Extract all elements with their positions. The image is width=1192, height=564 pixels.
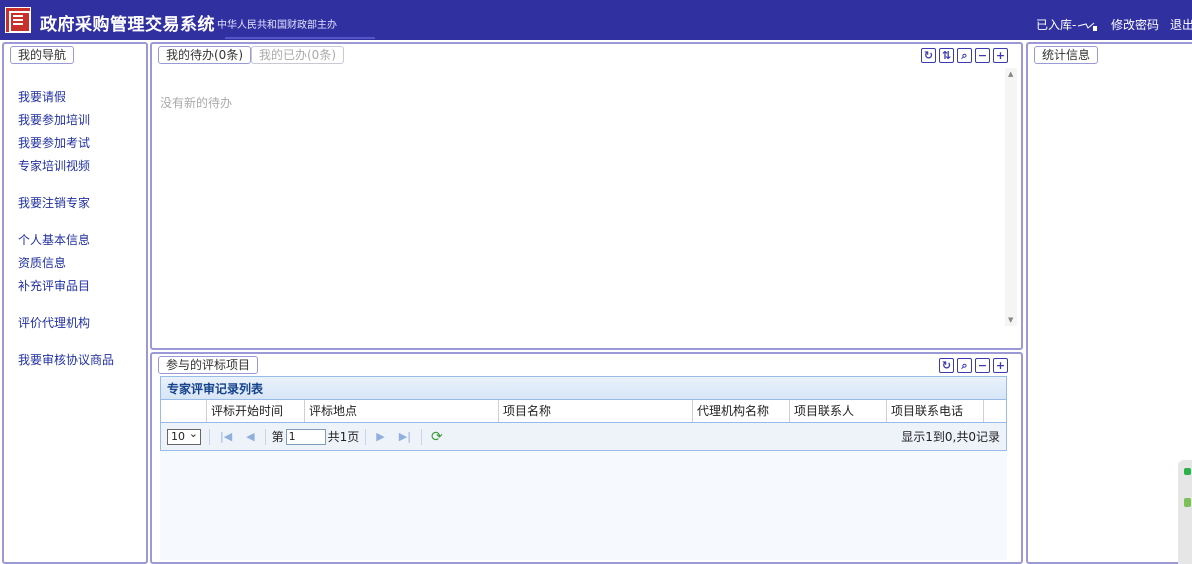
projects-toolbar: ↻ ⌕ − + xyxy=(939,358,1008,373)
nav-item-qualification[interactable]: 资质信息 xyxy=(18,252,114,275)
header-divider xyxy=(225,37,375,39)
nav-item-personal-info[interactable]: 个人基本信息 xyxy=(18,229,114,252)
todo-toolbar: ↻ ⇅ ⌕ − + xyxy=(921,48,1008,63)
search-icon[interactable]: ⌕ xyxy=(957,358,972,373)
record-info: 显示1到0,共0记录 xyxy=(901,430,1000,444)
tab-my-todo[interactable]: 我的待办(0条) xyxy=(158,46,251,64)
user-status: 已入库- xyxy=(1036,16,1098,33)
system-title: 政府采购管理交易系统 xyxy=(40,15,215,35)
pager-separator xyxy=(365,428,367,445)
last-page-icon[interactable]: ▶| xyxy=(399,430,411,443)
nav-item-training-video[interactable]: 专家培训视频 xyxy=(18,155,114,178)
user-label: 已入库- xyxy=(1036,18,1077,32)
page-total: 共1页 xyxy=(327,430,360,444)
grid-header-row: 评标开始时间 评标地点 项目名称 代理机构名称 项目联系人 项目联系电话 xyxy=(160,400,1007,422)
column-header-filler xyxy=(984,400,1006,422)
floating-side-widget[interactable] xyxy=(1178,460,1192,564)
nav-item-cancel-expert[interactable]: 我要注销专家 xyxy=(18,192,114,215)
column-header[interactable]: 项目名称 xyxy=(499,400,693,422)
minimize-icon[interactable]: − xyxy=(975,358,990,373)
system-subtitle: 中华人民共和国财政部主办 xyxy=(217,20,337,31)
review-records-grid: 专家评审记录列表 评标开始时间 评标地点 项目名称 代理机构名称 项目联系人 项… xyxy=(160,376,1007,560)
column-header[interactable]: 评标开始时间 xyxy=(207,400,305,422)
nav-item-rate-agency[interactable]: 评价代理机构 xyxy=(18,312,114,335)
logo xyxy=(5,7,31,33)
pagination-bar: 10 |◀ ◀ 第 1 共1页 ▶ ▶| ⟳ 显示1到0,共0记录 xyxy=(160,422,1007,451)
top-header: 政府采购管理交易系统 中华人民共和国财政部主办 已入库- 修改密码 退出 xyxy=(0,0,1192,40)
nav-item-leave[interactable]: 我要请假 xyxy=(18,86,114,109)
prev-page-icon[interactable]: ◀ xyxy=(246,430,254,443)
page-prefix: 第 xyxy=(271,430,284,444)
column-header[interactable]: 评标地点 xyxy=(305,400,499,422)
search-icon[interactable]: ⌕ xyxy=(957,48,972,63)
stats-panel: 统计信息 xyxy=(1026,42,1192,564)
page-size-select[interactable]: 10 xyxy=(167,427,201,445)
column-header[interactable]: 代理机构名称 xyxy=(693,400,790,422)
tab-review-projects[interactable]: 参与的评标项目 xyxy=(158,356,259,374)
tab-my-done[interactable]: 我的已办(0条) xyxy=(251,46,344,64)
pager-separator xyxy=(264,428,266,445)
change-password-link[interactable]: 修改密码 xyxy=(1111,16,1159,33)
reload-icon[interactable]: ⟳ xyxy=(431,429,443,445)
nav-item-exam[interactable]: 我要参加考试 xyxy=(18,132,114,155)
pager-separator xyxy=(209,428,210,445)
refresh-icon[interactable]: ↻ xyxy=(939,358,954,373)
projects-panel: 参与的评标项目 ↻ ⌕ − + 专家评审记录列表 评标开始时间 评标地点 项目名… xyxy=(150,352,1023,564)
refresh-icon[interactable]: ↻ xyxy=(921,48,936,63)
nav-panel: 我的导航 我要请假 我要参加培训 我要参加考试 专家培训视频 我要注销专家 个人… xyxy=(2,42,148,564)
sort-icon[interactable]: ⇅ xyxy=(939,48,954,63)
maximize-icon[interactable]: + xyxy=(993,358,1008,373)
page-number-input[interactable]: 1 xyxy=(285,428,326,445)
tab-statistics[interactable]: 统计信息 xyxy=(1034,46,1099,64)
column-header[interactable]: 项目联系电话 xyxy=(887,400,984,422)
nav-item-review-products[interactable]: 我要审核协议商品 xyxy=(18,349,114,372)
empty-todo-text: 没有新的待办 xyxy=(160,96,233,110)
scroll-down-icon[interactable]: ▼ xyxy=(1008,316,1013,324)
nav-list: 我要请假 我要参加培训 我要参加考试 专家培训视频 我要注销专家 个人基本信息 … xyxy=(18,86,114,372)
scroll-up-icon[interactable]: ▲ xyxy=(1008,70,1013,78)
grid-title: 专家评审记录列表 xyxy=(160,376,1007,400)
next-page-icon[interactable]: ▶ xyxy=(376,430,384,443)
nav-item-review-category[interactable]: 补充评审品目 xyxy=(18,275,114,298)
nav-item-training[interactable]: 我要参加培训 xyxy=(18,109,114,132)
maximize-icon[interactable]: + xyxy=(993,48,1008,63)
user-icon xyxy=(1078,22,1098,31)
status-icon xyxy=(1184,468,1191,475)
todo-scrollbar[interactable]: ▲ ▼ xyxy=(1005,68,1017,326)
column-header[interactable]: 项目联系人 xyxy=(790,400,887,422)
tab-my-nav[interactable]: 我的导航 xyxy=(10,46,75,64)
logout-link[interactable]: 退出 xyxy=(1170,16,1192,33)
minimize-icon[interactable]: − xyxy=(975,48,990,63)
first-page-icon[interactable]: |◀ xyxy=(220,430,232,443)
status-icon xyxy=(1184,498,1191,507)
column-header xyxy=(161,400,207,422)
todo-panel: 我的待办(0条) 我的已办(0条) ↻ ⇅ ⌕ − + 没有新的待办 ▲ ▼ xyxy=(150,42,1023,350)
pager-separator xyxy=(420,428,422,445)
